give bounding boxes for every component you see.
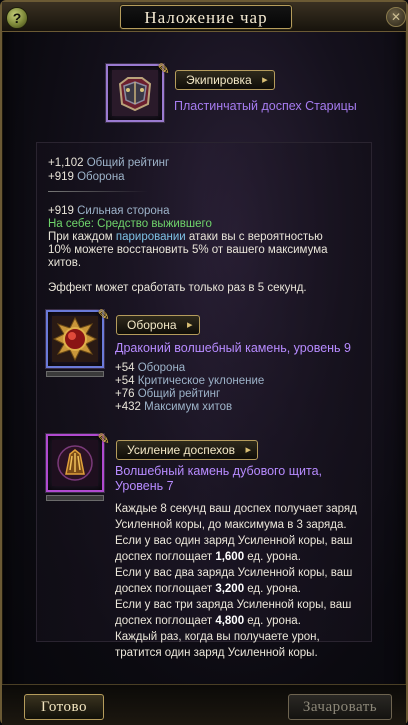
caret-right-icon: ▸	[187, 319, 193, 331]
text-fragment: При каждом	[48, 231, 113, 243]
stat-value: +76	[115, 388, 135, 400]
equipment-category-button[interactable]: Экипировка ▸	[175, 70, 275, 90]
stat-label: Общий рейтинг	[86, 157, 170, 169]
description-line: Если у вас один заряд Усиленной коры, ва…	[115, 533, 357, 549]
set-bonus-title: На себе: Средство выжившего	[48, 218, 212, 230]
armor-category-button[interactable]: Усиление доспехов ▸	[116, 440, 259, 460]
description-text: тратится один заряд Усиленной коры.	[115, 647, 318, 659]
description-line: доспех поглощает 4,800 ед. урона.	[115, 613, 357, 629]
equipment-slot[interactable]: ✎	[106, 61, 170, 122]
enchant-button[interactable]: Зачаровать	[288, 694, 392, 720]
stat-value: +54	[115, 362, 135, 374]
stat-label: Максимум хитов	[144, 401, 233, 413]
title-bar: ? Наложение чар ✕	[2, 2, 406, 32]
stat-label: Критическое уклонение	[137, 375, 265, 387]
description-line: доспех поглощает 3,200 ед. урона.	[115, 581, 357, 597]
set-bonus-name: Средство выжившего	[97, 218, 212, 230]
equipment-item-name: Пластинчатый доспех Старицы	[174, 99, 357, 113]
slot-progress-bar	[46, 371, 104, 377]
set-bonus-line: хитов.	[48, 257, 82, 269]
pin-icon: ✎	[97, 307, 110, 324]
slot-progress-bar	[46, 495, 104, 501]
armor-category-label: Усиление доспехов	[127, 443, 236, 457]
stat-value: +432	[115, 401, 141, 413]
description-line: Если у вас два заряда Усиленной коры, ва…	[115, 565, 357, 581]
equipment-category-label: Экипировка	[186, 73, 252, 87]
description-text: ед. урона.	[244, 583, 301, 595]
armor-rune-slot[interactable]: ✎	[46, 431, 110, 492]
description-text: Если у вас один заряд Усиленной коры, ва…	[115, 535, 353, 547]
set-bonus-line: Эффект может сработать только раз в 5 се…	[48, 282, 307, 294]
armor-rune-description: Каждые 8 секунд ваш доспех получает заря…	[115, 501, 357, 661]
close-button[interactable]: ✕	[386, 7, 406, 27]
window-title: Наложение чар	[144, 8, 268, 27]
pin-icon: ✎	[97, 431, 110, 448]
stat-row: +1,102 Общий рейтинг	[48, 157, 169, 169]
set-bonus-prefix: На себе:	[48, 218, 94, 230]
stat-value: +919	[48, 171, 74, 183]
description-line: доспех поглощает 1,600 ед. урона.	[115, 549, 357, 565]
rune-stat-row: +76 Общий рейтинг	[115, 388, 220, 400]
stat-label: Оборона	[77, 171, 125, 183]
description-text: доспех поглощает	[115, 551, 216, 563]
absorb-amount: 4,800	[215, 615, 245, 627]
description-text: доспех поглощает	[115, 615, 216, 627]
description-text: ед. урона.	[244, 615, 301, 627]
description-text: Если у вас три заряда Усиленной коры, ва…	[115, 599, 352, 611]
description-text: Усиленной коры, до максимума в 3 заряда.	[115, 519, 347, 531]
rune-stat-row: +432 Максимум хитов	[115, 401, 232, 413]
rune-stat-row: +54 Критическое уклонение	[115, 375, 264, 387]
description-line: Каждые 8 секунд ваш доспех получает заря…	[115, 501, 357, 517]
caret-right-icon: ▸	[245, 444, 252, 456]
divider	[48, 191, 148, 192]
rune-stat-row: +54 Оборона	[115, 362, 185, 374]
armor-rune-name-line2: Уровень 7	[115, 479, 174, 493]
help-icon: ?	[12, 10, 22, 26]
red-gem-icon	[52, 316, 98, 362]
description-line: Каждый раз, когда вы получаете урон,	[115, 629, 357, 645]
stat-value: +54	[115, 375, 135, 387]
defense-rune-slot[interactable]: ✎	[46, 307, 110, 368]
enchant-window: ? Наложение чар ✕ ✎ Экипировка ▸ Пластин…	[0, 0, 408, 725]
armor-chest-icon	[112, 70, 158, 116]
stat-label: Сильная сторона	[77, 205, 170, 217]
description-line: Усиленной коры, до максимума в 3 заряда.	[115, 517, 357, 533]
strong-side-row: +919 Сильная сторона	[48, 205, 170, 217]
defense-category-label: Оборона	[127, 318, 177, 332]
pin-icon: ✎	[157, 61, 170, 78]
set-bonus-line: При каждом парировании атаки вы с вероят…	[48, 231, 323, 243]
done-button[interactable]: Готово	[24, 694, 104, 720]
title-plate: Наложение чар	[120, 5, 292, 29]
absorb-amount: 1,600	[215, 551, 245, 563]
description-line: тратится один заряд Усиленной коры.	[115, 645, 357, 661]
stat-label: Общий рейтинг	[137, 388, 221, 400]
close-icon: ✕	[390, 10, 402, 24]
text-fragment: атаки вы с вероятностью	[188, 231, 323, 243]
description-text: Каждые 8 секунд ваш доспех получает заря…	[115, 503, 357, 515]
stat-value: +919	[48, 205, 74, 217]
description-text: ед. урона.	[244, 551, 301, 563]
stat-label: Оборона	[137, 362, 186, 374]
stat-row: +919 Оборона	[48, 171, 125, 183]
absorb-amount: 3,200	[215, 583, 245, 595]
armor-rune-name-line1: Волшебный камень дубового щита,	[115, 464, 323, 478]
defense-rune-name: Драконий волшебный камень, уровень 9	[115, 341, 351, 355]
stat-value: +1,102	[48, 157, 84, 169]
caret-right-icon: ▸	[262, 74, 268, 86]
description-text: Если у вас два заряда Усиленной коры, ва…	[115, 567, 353, 579]
set-bonus-line: 10% можете восстановить 5% от вашего мак…	[48, 244, 328, 256]
help-button[interactable]: ?	[6, 7, 28, 29]
description-line: Если у вас три заряда Усиленной коры, ва…	[115, 597, 357, 613]
keyword-parry: парировании	[115, 231, 186, 243]
description-text: Каждый раз, когда вы получаете урон,	[115, 631, 320, 643]
description-text: доспех поглощает	[115, 583, 216, 595]
oak-shield-gem-icon	[52, 440, 98, 486]
defense-category-button[interactable]: Оборона ▸	[116, 315, 200, 335]
